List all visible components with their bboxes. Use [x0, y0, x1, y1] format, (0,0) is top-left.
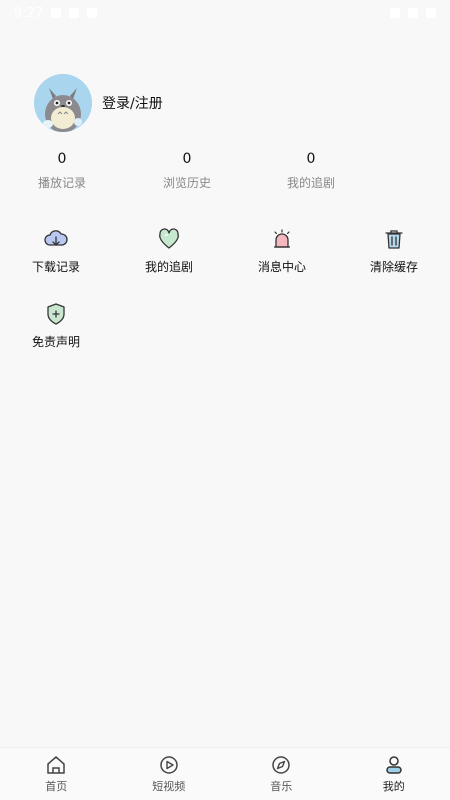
battery-icon — [426, 8, 436, 18]
grid-item-label: 我的追剧 — [144, 260, 193, 274]
stat-label: 我的追剧 — [286, 176, 335, 190]
home-icon — [47, 756, 65, 774]
tab-short-video[interactable]: 短视频 — [113, 748, 226, 800]
download-status-icon — [69, 8, 80, 18]
grid-item-label: 下载记录 — [31, 260, 80, 274]
totoro-avatar-icon — [34, 74, 92, 132]
shield-plus-icon — [47, 303, 65, 325]
my-series-button[interactable]: 我的追剧 — [124, 226, 214, 275]
play-circle-icon — [160, 756, 178, 774]
grid-item-label: 消息中心 — [257, 260, 306, 274]
cloud-download-icon — [44, 230, 68, 246]
tab-home[interactable]: 首页 — [0, 748, 113, 800]
stat-browse-history[interactable]: 0 浏览历史 — [132, 148, 242, 191]
stat-value: 0 — [57, 151, 67, 167]
status-bar: 9:27 — [0, 0, 450, 26]
bottom-tab-bar: 首页 短视频 音乐 我的 — [0, 747, 450, 800]
stat-value: 0 — [182, 151, 192, 167]
tab-label: 首页 — [45, 780, 68, 793]
avatar[interactable] — [34, 74, 92, 132]
stat-label: 播放记录 — [37, 176, 86, 190]
grid-item-label: 清除缓存 — [369, 260, 418, 274]
heart-icon — [159, 228, 179, 249]
signal-icon — [408, 8, 418, 18]
tab-music[interactable]: 音乐 — [225, 748, 338, 800]
tab-label: 音乐 — [270, 780, 293, 793]
tab-mine[interactable]: 我的 — [338, 748, 450, 800]
notification-icon — [51, 8, 62, 18]
disclaimer-button[interactable]: 免责声明 — [11, 301, 101, 350]
stat-my-series[interactable]: 0 我的追剧 — [256, 148, 366, 191]
clear-cache-button[interactable]: 清除缓存 — [349, 226, 439, 275]
user-icon — [386, 756, 402, 774]
tab-label: 我的 — [382, 780, 405, 793]
tab-label: 短视频 — [152, 780, 186, 793]
trash-icon — [385, 230, 403, 249]
alarm-bell-icon — [274, 229, 290, 248]
login-register-link[interactable]: 登录/注册 — [102, 93, 163, 113]
message-center-button[interactable]: 消息中心 — [237, 226, 327, 275]
profile-header[interactable]: 登录/注册 — [34, 74, 163, 132]
wifi-icon — [390, 8, 400, 18]
stat-label: 浏览历史 — [162, 176, 211, 190]
grid-item-label: 免责声明 — [31, 335, 80, 349]
status-time: 9:27 — [14, 5, 44, 21]
shield-status-icon — [87, 8, 98, 18]
stat-value: 0 — [306, 151, 316, 167]
stats-row: 0 播放记录 0 浏览历史 0 我的追剧 — [0, 148, 450, 198]
download-records-button[interactable]: 下载记录 — [11, 226, 101, 275]
stat-play-history[interactable]: 0 播放记录 — [7, 148, 117, 191]
compass-icon — [272, 756, 290, 774]
